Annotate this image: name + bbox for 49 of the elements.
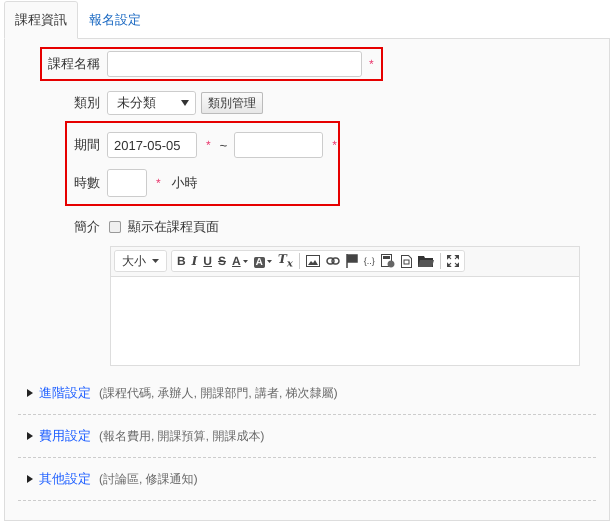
checkbox-label: 顯示在課程頁面 [128,218,219,236]
category-button[interactable]: 類別管理 [201,92,263,114]
maximize-icon[interactable] [446,255,459,267]
field-label: 類別 [73,94,100,112]
unit-label: 小時 [172,174,198,192]
code-button[interactable]: {..} [364,256,375,266]
required-mark: * [206,138,211,152]
text-color-button[interactable]: A [232,254,248,268]
bold-button[interactable]: B [177,254,186,268]
underline-button[interactable]: U [203,254,212,268]
section-hint: (討論區, 修課通知) [99,470,198,488]
expand-icon[interactable] [27,475,33,483]
required-mark: * [156,176,161,190]
image-icon[interactable] [306,255,320,267]
caret-icon [242,260,248,264]
field-label: 簡介 [73,218,100,236]
hours-field[interactable] [107,169,147,197]
date-field[interactable]: 2017-05-05 [107,132,197,158]
background-color-button[interactable]: A [254,254,272,268]
tab[interactable]: 課程資訊 [4,1,78,39]
flag-icon[interactable] [346,254,358,268]
checkbox[interactable] [109,221,121,233]
range-separator: ~ [220,138,228,152]
section-link[interactable]: 費用設定 [39,427,91,445]
expand-icon[interactable] [27,389,33,397]
save-icon[interactable] [380,254,395,268]
section-link[interactable]: 進階設定 [39,384,91,402]
input-field[interactable] [107,51,362,77]
caret-icon [152,259,159,263]
document-icon[interactable] [400,254,412,268]
link-icon[interactable] [326,257,340,265]
field-label: 課程名稱 [47,55,100,73]
clear-format-button[interactable]: T$_{x}$ [278,252,293,270]
caret-icon [181,100,189,106]
category-dropdown[interactable]: 未分類 [107,91,196,115]
required-mark: * [369,57,374,71]
field-label: 期間 [73,136,100,154]
field-label: 時數 [73,174,100,192]
folder-icon[interactable] [418,255,434,267]
tab[interactable]: 報名設定 [78,1,152,39]
date-field[interactable] [234,132,324,158]
caret-icon [266,260,272,264]
italic-button[interactable]: I [192,254,198,268]
section-link[interactable]: 其他設定 [39,470,91,488]
required-mark: * [332,138,337,152]
section-hint: (課程代碼, 承辦人, 開課部門, 講者, 梯次隸屬) [99,384,338,402]
strikethrough-button[interactable]: S [218,254,226,268]
expand-icon[interactable] [27,432,33,440]
section-hint: (報名費用, 開課預算, 開課成本) [99,428,264,444]
